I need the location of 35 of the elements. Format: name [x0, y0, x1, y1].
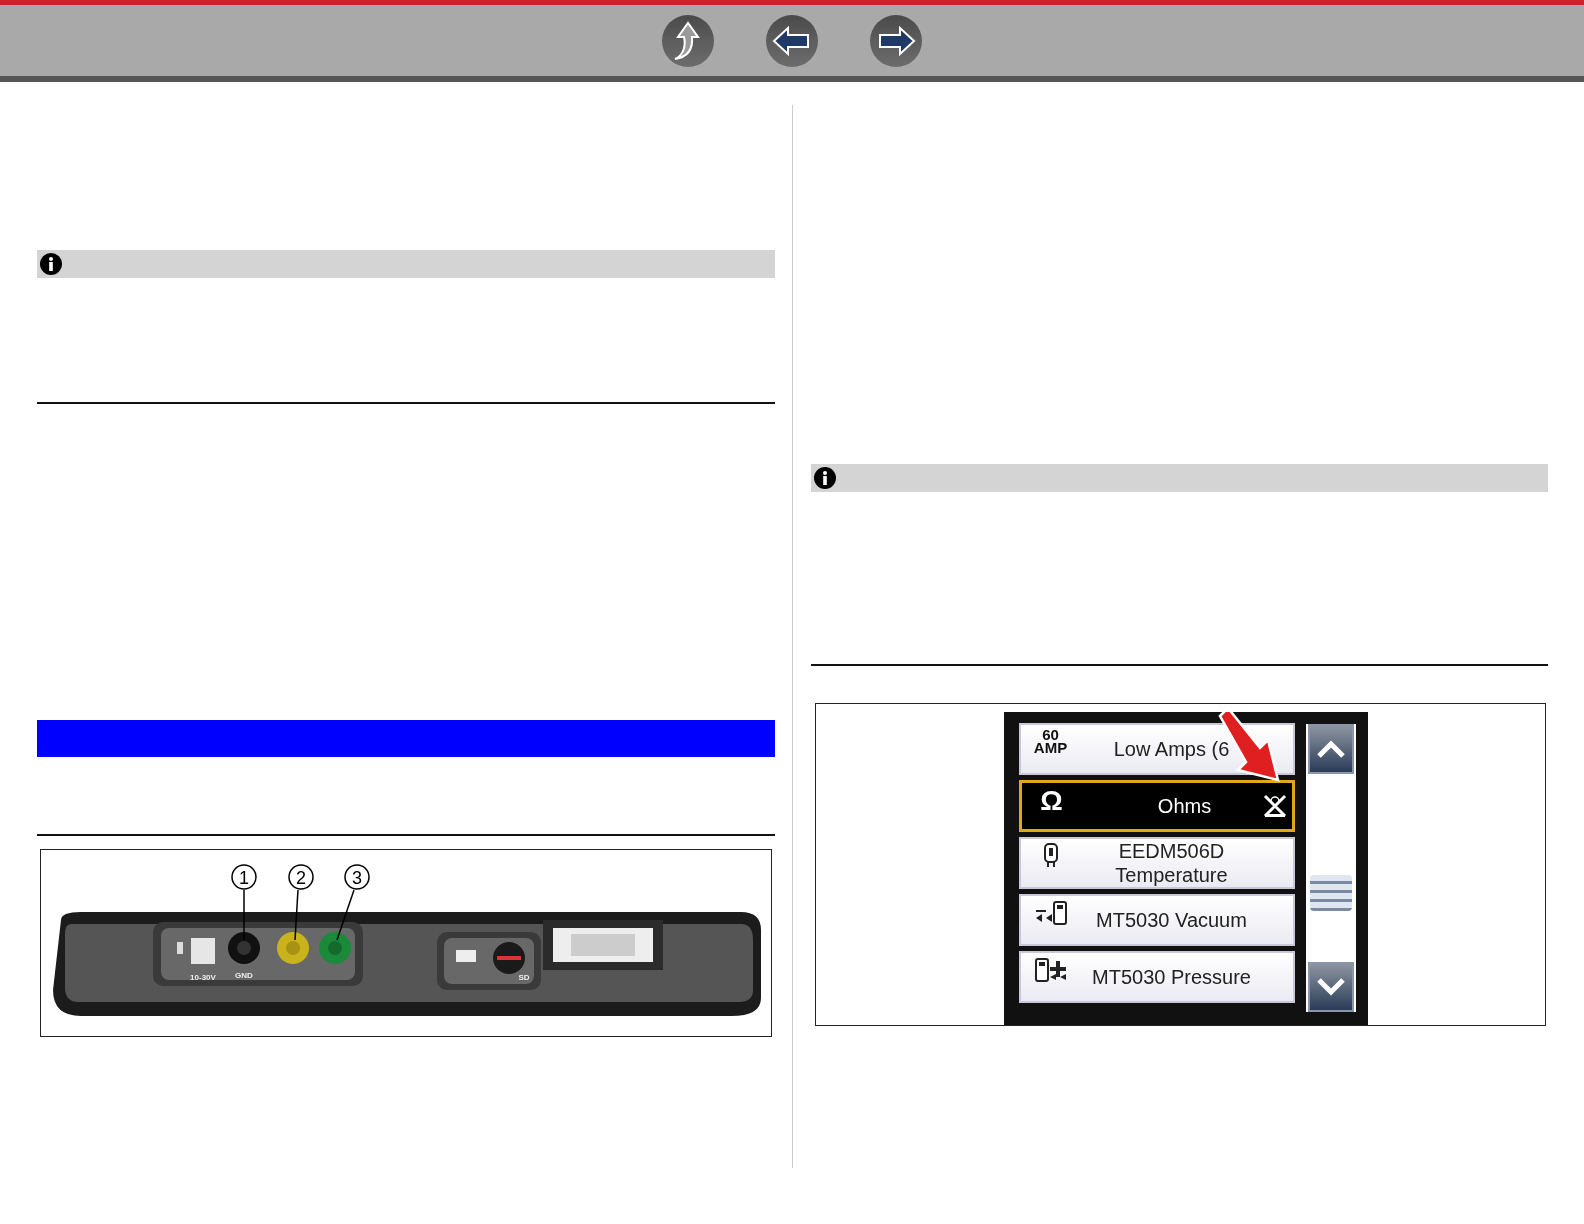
item-label: MT5030 Pressure [1091, 965, 1252, 989]
scroll-up-button[interactable] [1307, 724, 1354, 774]
info-icon [814, 467, 836, 489]
callout-circle [231, 864, 257, 890]
sensor-icon [1033, 957, 1068, 983]
callout-number: 1 [239, 868, 249, 888]
forward-button[interactable] [870, 14, 922, 67]
callout-circle [344, 864, 370, 890]
chevron-up-icon [1315, 739, 1346, 759]
leader-line [243, 889, 245, 941]
scroll-thumb[interactable] [1309, 875, 1352, 911]
sensor-icon [1033, 900, 1068, 926]
item-label: MT5030 Vacuum [1095, 908, 1248, 932]
up-button[interactable] [662, 14, 714, 67]
item-label: Ohms [1156, 794, 1213, 818]
item-label: Low Amps (6 [1112, 737, 1231, 761]
list-item[interactable]: EEDM506D Temperature [1018, 837, 1295, 889]
ohm-icon: Ω [1040, 787, 1063, 815]
back-button[interactable] [766, 14, 818, 67]
port-label: 10-30V [190, 973, 216, 982]
amp-icon: 60 AMP [1033, 729, 1068, 755]
info-icon [40, 253, 62, 275]
callout-number: 3 [352, 868, 362, 888]
list-item[interactable]: MT5030 Pressure [1018, 951, 1295, 1003]
list-item[interactable]: Ω Ohms [1018, 780, 1295, 832]
chevron-down-icon [1315, 977, 1346, 997]
port-label: GND [235, 971, 253, 980]
callout-circle [288, 864, 314, 890]
list-item[interactable]: MT5030 Vacuum [1018, 894, 1295, 946]
leader-line [336, 889, 355, 941]
scroll-down-button[interactable] [1307, 962, 1354, 1012]
leader-line [294, 889, 299, 941]
callout-number: 2 [296, 868, 306, 888]
item-label: EEDM506D Temperature [1114, 839, 1229, 887]
port-label: SD [518, 973, 530, 982]
